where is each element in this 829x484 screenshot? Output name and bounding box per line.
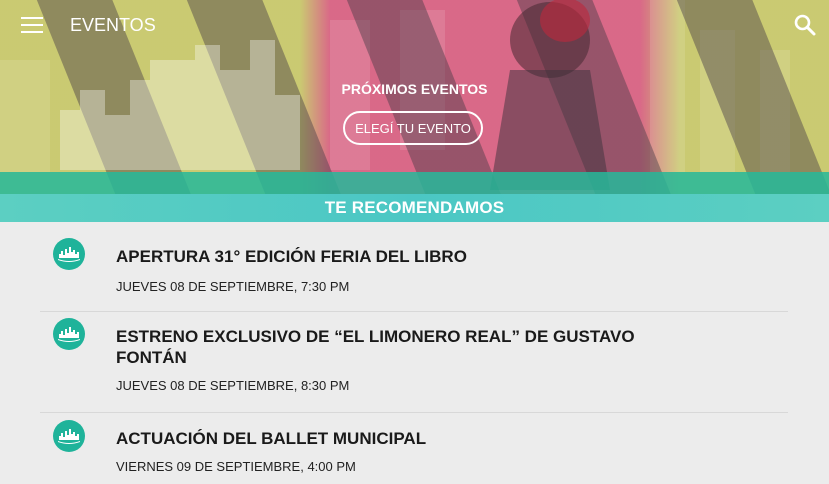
upcoming-events-label: PRÓXIMOS EVENTOS — [341, 81, 488, 97]
top-app-bar: EVENTOS — [0, 0, 829, 52]
city-skyline-icon — [53, 238, 85, 270]
event-date: JUEVES 08 DE SEPTIEMBRE, 8:30 PM — [116, 378, 350, 393]
app-title: EVENTOS — [70, 15, 156, 35]
search-icon[interactable] — [793, 13, 817, 37]
event-item[interactable]: ACTUACIÓN DEL BALLET MUNICIPAL VIERNES 0… — [40, 420, 788, 484]
hero-bottom-band — [0, 172, 829, 194]
recommendations-header: TE RECOMENDAMOS — [0, 194, 829, 222]
divider — [40, 311, 788, 312]
event-item[interactable]: ESTRENO EXCLUSIVO DE “EL LIMONERO REAL” … — [40, 318, 788, 412]
menu-icon[interactable] — [21, 15, 45, 35]
section-title: TE RECOMENDAMOS — [324, 198, 505, 217]
city-skyline-icon — [53, 318, 85, 350]
event-item[interactable]: APERTURA 31° EDICIÓN FERIA DEL LIBRO JUE… — [40, 238, 788, 312]
event-title: ESTRENO EXCLUSIVO DE “EL LIMONERO REAL” … — [116, 327, 635, 367]
city-skyline-icon — [53, 420, 85, 452]
divider — [40, 412, 788, 413]
event-date: JUEVES 08 DE SEPTIEMBRE, 7:30 PM — [116, 279, 350, 294]
event-date: VIERNES 09 DE SEPTIEMBRE, 4:00 PM — [116, 459, 356, 474]
event-title: APERTURA 31° EDICIÓN FERIA DEL LIBRO — [116, 247, 467, 266]
event-title: ACTUACIÓN DEL BALLET MUNICIPAL — [116, 429, 427, 448]
choose-event-button[interactable]: ELEGÍ TU EVENTO — [343, 111, 483, 145]
